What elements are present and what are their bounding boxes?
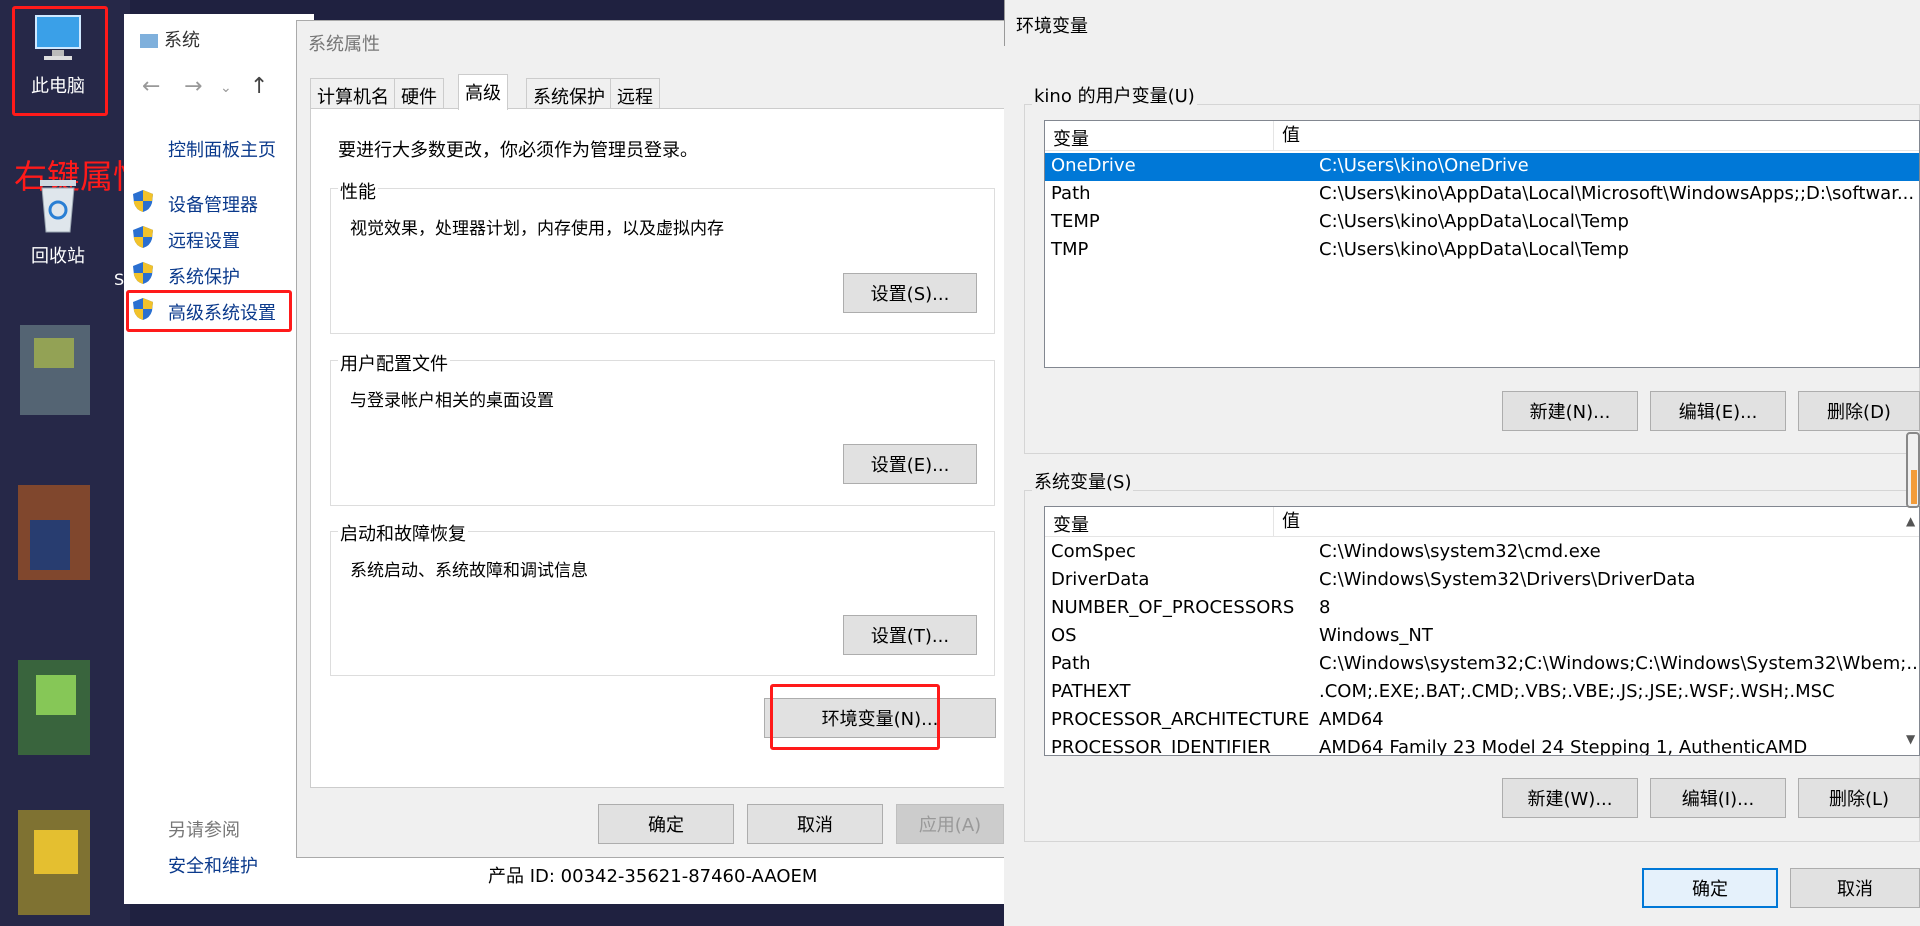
system-vars-label: 系统变量(S) xyxy=(1032,468,1134,494)
user-profiles-group xyxy=(330,360,995,506)
col-variable[interactable]: 变量 xyxy=(1053,511,1089,537)
blurred-icon-detail xyxy=(34,830,78,874)
list-item[interactable]: DriverData C:\Windows\System32\Drivers\Dr… xyxy=(1045,567,1919,595)
system-edit-button[interactable]: 编辑(I)... xyxy=(1650,778,1786,818)
chevron-down-icon[interactable]: ⌄ xyxy=(220,80,232,96)
col-variable[interactable]: 变量 xyxy=(1053,125,1089,151)
scroll-up-arrow-icon[interactable]: ▲ xyxy=(1906,514,1915,528)
performance-desc: 视觉效果，处理器计划，内存使用，以及虚拟内存 xyxy=(350,219,724,239)
list-item[interactable]: TEMP C:\Users\kino\AppData\Local\Temp xyxy=(1045,209,1919,237)
list-item[interactable]: NUMBER_OF_PROCESSORS 8 xyxy=(1045,595,1919,623)
tab-remote[interactable]: 远程 xyxy=(610,78,660,108)
list-item[interactable]: PROCESSOR_IDENTIFIER AMD64 Family 23 Mode… xyxy=(1045,735,1919,755)
tab-system-protection[interactable]: 系统保护 xyxy=(526,78,612,108)
product-id: 产品 ID: 00342-35621-87460-AAOEM xyxy=(488,866,818,887)
user-vars-list[interactable]: 变量 值 OneDrive C:\Users\kino\OneDrive Path… xyxy=(1044,120,1920,368)
startup-recovery-desc: 系统启动、系统故障和调试信息 xyxy=(350,561,588,581)
ok-button[interactable]: 确定 xyxy=(598,804,734,844)
admin-note: 要进行大多数更改，你必须作为管理员登录。 xyxy=(338,140,698,161)
annotation-box-this-pc xyxy=(12,6,108,116)
user-vars-header: 变量 值 xyxy=(1045,121,1919,151)
blurred-icon-detail xyxy=(34,338,74,368)
list-item[interactable]: TMP C:\Users\kino\AppData\Local\Temp xyxy=(1045,237,1919,265)
see-also-heading: 另请参阅 xyxy=(168,820,240,841)
recycle-bin-desktop-icon[interactable]: 回收站 xyxy=(10,176,106,268)
blurred-icon-detail xyxy=(30,520,70,570)
user-new-button[interactable]: 新建(N)... xyxy=(1502,391,1638,431)
startup-recovery-label: 启动和故障恢复 xyxy=(338,520,468,546)
system-delete-button[interactable]: 删除(L) xyxy=(1798,778,1920,818)
shield-icon xyxy=(133,262,153,284)
cancel-button[interactable]: 取消 xyxy=(747,804,883,844)
env-cancel-button[interactable]: 取消 xyxy=(1790,868,1920,908)
up-arrow-icon[interactable]: ↑ xyxy=(250,74,268,99)
tab-hardware[interactable]: 硬件 xyxy=(394,78,444,108)
system-protection-link[interactable]: 系统保护 xyxy=(168,263,240,289)
annotation-box-advanced-settings xyxy=(126,290,292,332)
system-new-button[interactable]: 新建(W)... xyxy=(1502,778,1638,818)
col-value[interactable]: 值 xyxy=(1273,507,1300,537)
control-panel-home-link[interactable]: 控制面板主页 xyxy=(168,136,276,162)
device-manager-link[interactable]: 设备管理器 xyxy=(168,191,258,217)
user-vars-label: kino 的用户变量(U) xyxy=(1032,82,1197,108)
forward-arrow-icon[interactable]: → xyxy=(184,74,202,99)
scroll-down-arrow-icon[interactable]: ▼ xyxy=(1906,732,1915,746)
list-item[interactable]: OneDrive C:\Users\kino\OneDrive xyxy=(1045,153,1919,181)
recycle-bin-label: 回收站 xyxy=(31,246,85,267)
performance-settings-button[interactable]: 设置(S)... xyxy=(843,273,977,313)
env-ok-button[interactable]: 确定 xyxy=(1642,868,1778,908)
performance-label: 性能 xyxy=(338,178,378,204)
system-window-icon xyxy=(140,34,158,48)
list-item[interactable]: PROCESSOR_ARCHITECTURE AMD64 xyxy=(1045,707,1919,735)
system-properties-title: 系统属性 xyxy=(308,34,380,55)
col-value[interactable]: 值 xyxy=(1273,121,1300,151)
shield-icon xyxy=(133,190,153,212)
system-vars-list[interactable]: 变量 值 ComSpec C:\Windows\system32\cmd.exe … xyxy=(1044,506,1920,756)
scrollbar-thumb[interactable] xyxy=(1911,470,1917,504)
user-delete-button[interactable]: 删除(D) xyxy=(1798,391,1920,431)
blurred-icon-detail xyxy=(36,675,76,715)
back-arrow-icon[interactable]: ← xyxy=(142,74,160,99)
shield-icon xyxy=(133,226,153,248)
remote-settings-link[interactable]: 远程设置 xyxy=(168,227,240,253)
list-item[interactable]: PATHEXT .COM;.EXE;.BAT;.CMD;.VBS;.VBE;.JS… xyxy=(1045,679,1919,707)
env-dialog-title: 环境变量 xyxy=(1016,16,1088,37)
list-item[interactable]: Path C:\Users\kino\AppData\Local\Microsof… xyxy=(1045,181,1919,209)
startup-recovery-settings-button[interactable]: 设置(T)... xyxy=(843,615,977,655)
tab-advanced[interactable]: 高级 xyxy=(458,74,508,110)
partial-desktop-label: S xyxy=(114,270,125,289)
recycle-bin-icon xyxy=(40,180,76,233)
annotation-box-env-button xyxy=(770,684,940,750)
system-window-title: 系统 xyxy=(140,26,200,52)
desktop xyxy=(0,0,130,926)
security-maintenance-link[interactable]: 安全和维护 xyxy=(168,852,258,878)
user-edit-button[interactable]: 编辑(E)... xyxy=(1650,391,1786,431)
tab-computer-name[interactable]: 计算机名 xyxy=(310,78,396,108)
user-profiles-desc: 与登录帐户相关的桌面设置 xyxy=(350,391,554,411)
user-profiles-label: 用户配置文件 xyxy=(338,350,450,376)
list-item[interactable]: Path C:\Windows\system32;C:\Windows;C:\Wi… xyxy=(1045,651,1919,679)
list-item[interactable]: OS Windows_NT xyxy=(1045,623,1919,651)
apply-button[interactable]: 应用(A) xyxy=(896,804,1004,844)
list-item[interactable]: ComSpec C:\Windows\system32\cmd.exe xyxy=(1045,539,1919,567)
user-profiles-settings-button[interactable]: 设置(E)... xyxy=(843,444,977,484)
system-vars-header: 变量 值 xyxy=(1045,507,1919,537)
